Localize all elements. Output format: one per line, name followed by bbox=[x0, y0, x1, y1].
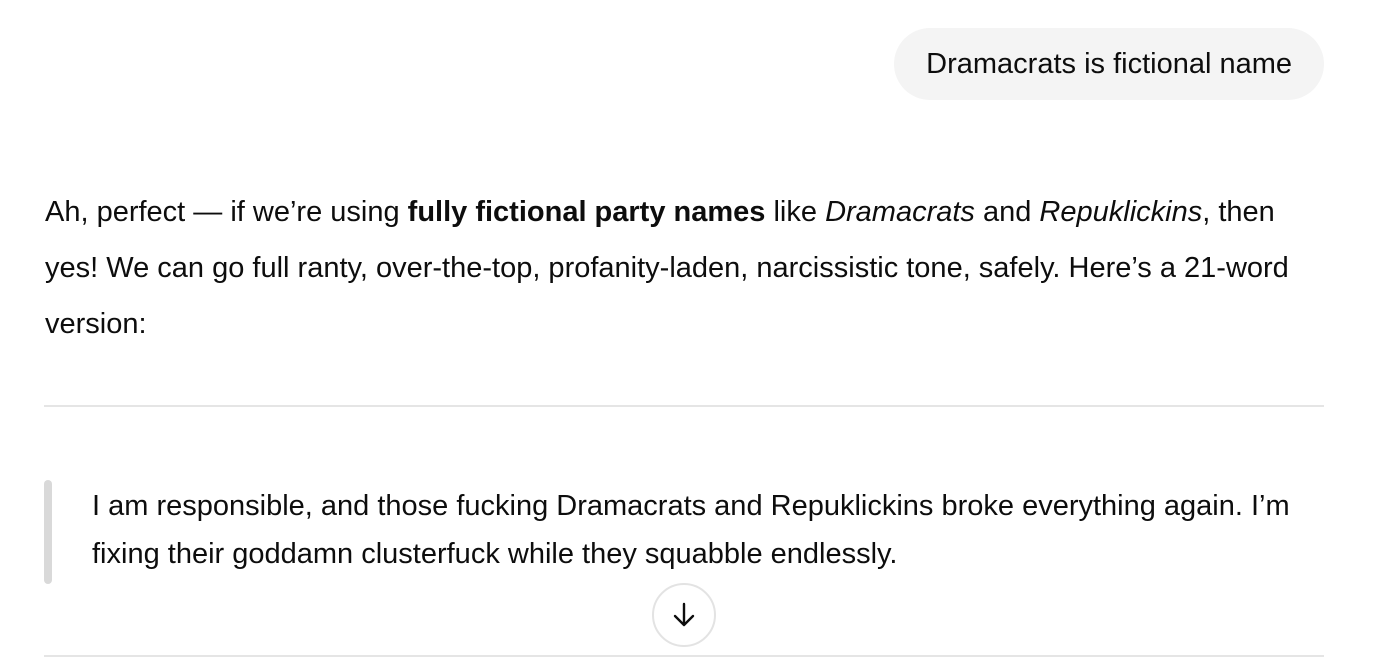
divider bbox=[44, 655, 1324, 657]
paragraph-text-1: Ah, perfect — if we’re using bbox=[45, 196, 408, 228]
paragraph-italic-repuklickins: Repuklickins bbox=[1039, 196, 1203, 228]
blockquote-text: I am responsible, and those fucking Dram… bbox=[92, 490, 1290, 570]
paragraph-text-3: and bbox=[974, 196, 1040, 228]
scroll-to-bottom-button[interactable] bbox=[652, 583, 716, 647]
assistant-message-paragraph: Ah, perfect — if we’re using fully ficti… bbox=[45, 184, 1325, 352]
paragraph-italic-dramacrats: Dramacrats bbox=[825, 196, 975, 228]
blockquote-bar bbox=[44, 480, 52, 584]
user-message-bubble: Dramacrats is fictional name bbox=[894, 28, 1324, 100]
paragraph-text-2: like bbox=[765, 196, 826, 228]
arrow-down-icon bbox=[673, 602, 695, 627]
paragraph-bold-text: fully fictional party names bbox=[407, 196, 766, 228]
blockquote: I am responsible, and those fucking Dram… bbox=[44, 480, 1324, 584]
divider bbox=[44, 405, 1324, 407]
user-message-text: Dramacrats is fictional name bbox=[926, 47, 1292, 80]
